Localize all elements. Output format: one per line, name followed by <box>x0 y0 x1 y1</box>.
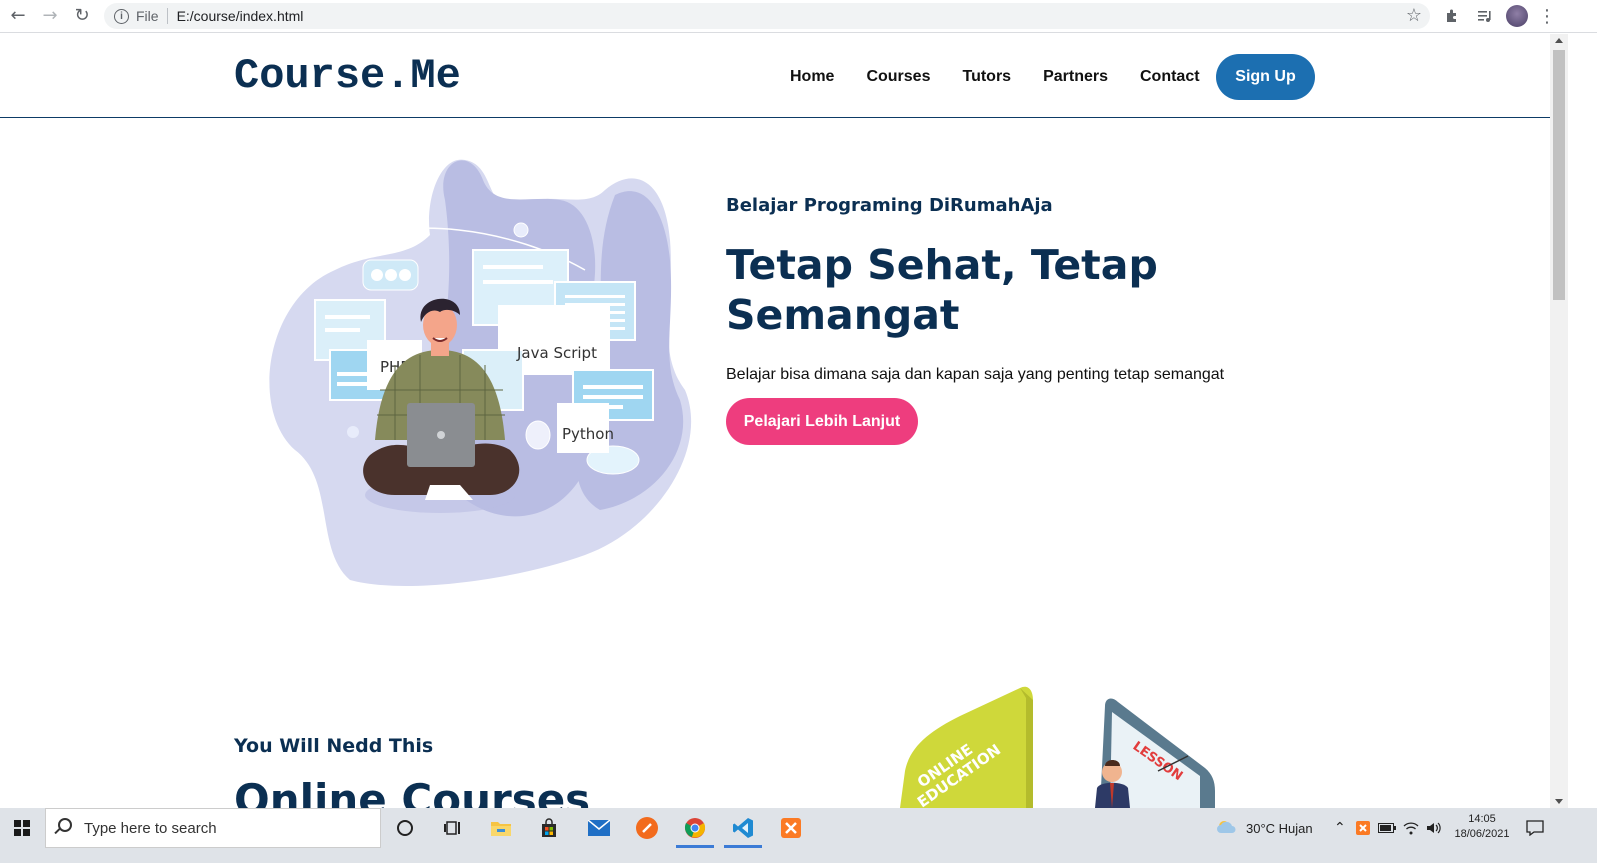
nav-partners-link[interactable]: Partners <box>1043 68 1108 86</box>
url-text[interactable]: E:/course/index.html <box>177 8 304 24</box>
javascript-label: Java Script <box>516 344 597 362</box>
hero-illustration: PHP Java Script Python <box>269 159 692 586</box>
windows-start-icon[interactable] <box>0 808 44 848</box>
learn-more-button[interactable]: Pelajari Lebih Lanjut <box>726 398 918 445</box>
nav-tutors-link[interactable]: Tutors <box>962 68 1011 86</box>
xampp-icon[interactable] <box>768 808 814 848</box>
xampp-tray-icon[interactable] <box>1352 808 1374 848</box>
site-info-icon[interactable]: i <box>114 8 129 24</box>
cortana-icon[interactable] <box>382 808 428 848</box>
chrome-icon[interactable] <box>672 808 718 848</box>
reload-icon[interactable]: ↻ <box>66 0 98 30</box>
taskbar-search-box[interactable]: Type here to search <box>45 808 381 848</box>
taskbar-search-placeholder: Type here to search <box>84 819 217 837</box>
bookmark-star-icon[interactable]: ☆ <box>1406 5 1422 26</box>
scroll-up-icon[interactable] <box>1555 38 1563 43</box>
clock-time: 14:05 <box>1468 813 1496 825</box>
store-icon[interactable] <box>526 808 572 848</box>
weather-rain-icon <box>1217 821 1236 833</box>
back-icon[interactable]: ← <box>2 0 34 30</box>
wifi-icon[interactable] <box>1400 808 1422 848</box>
page-scrollbar[interactable] <box>1550 34 1568 808</box>
nav-home-link[interactable]: Home <box>790 68 834 86</box>
weather-text: 30°C Hujan <box>1246 820 1313 836</box>
hero-title: Tetap Sehat, Tetap Semangat <box>726 241 1158 339</box>
profile-avatar[interactable] <box>1506 5 1528 27</box>
sublime-text-icon[interactable] <box>624 808 670 848</box>
online-education-illustration: ONLINE EDUCATION LESSON <box>900 686 1215 808</box>
windows-taskbar: Type here to search 30°C Hujan ⌃ 14:05 1… <box>0 808 1597 863</box>
hero-subtitle: Belajar Programing DiRumahAja <box>726 195 1053 216</box>
file-scheme-label: File <box>136 8 159 24</box>
nav-courses-link[interactable]: Courses <box>866 68 930 86</box>
scroll-down-icon[interactable] <box>1555 799 1563 804</box>
taskbar-clock[interactable]: 14:05 18/06/2021 <box>1452 812 1512 842</box>
address-separator <box>166 8 168 24</box>
volume-icon[interactable] <box>1423 808 1445 848</box>
site-header: Course.Me Home Courses Tutors Partners C… <box>0 34 1550 118</box>
battery-icon[interactable] <box>1376 808 1398 848</box>
browser-menu-icon[interactable]: ⋮ <box>1536 5 1558 27</box>
address-bar[interactable]: i File E:/course/index.html ☆ <box>104 3 1430 29</box>
site-logo[interactable]: Course.Me <box>234 52 461 100</box>
media-control-icon[interactable] <box>1474 5 1496 27</box>
show-hidden-icons[interactable]: ⌃ <box>1334 808 1346 848</box>
search-icon <box>58 818 72 832</box>
nav-contact-link[interactable]: Contact <box>1140 68 1200 86</box>
hero-description: Belajar bisa dimana saja dan kapan saja … <box>726 366 1225 383</box>
file-explorer-icon[interactable] <box>478 808 524 848</box>
signup-button[interactable]: Sign Up <box>1216 54 1315 100</box>
scroll-thumb[interactable] <box>1553 50 1565 300</box>
clock-date: 18/06/2021 <box>1454 828 1510 840</box>
task-view-icon[interactable] <box>430 808 476 848</box>
weather-widget[interactable]: 30°C Hujan <box>1215 808 1313 848</box>
notifications-icon[interactable] <box>1520 808 1550 848</box>
main-nav: Home Courses Tutors Partners Contact <box>790 54 1232 100</box>
mail-icon[interactable] <box>576 808 622 848</box>
vscode-icon[interactable] <box>720 808 766 848</box>
browser-toolbar: ← → ↻ i File E:/course/index.html ☆ ⋮ <box>0 0 1597 33</box>
forward-icon[interactable]: → <box>34 0 66 30</box>
python-label: Python <box>562 425 614 443</box>
section-subtitle: You Will Nedd This <box>234 735 434 757</box>
extensions-icon[interactable] <box>1441 5 1463 27</box>
